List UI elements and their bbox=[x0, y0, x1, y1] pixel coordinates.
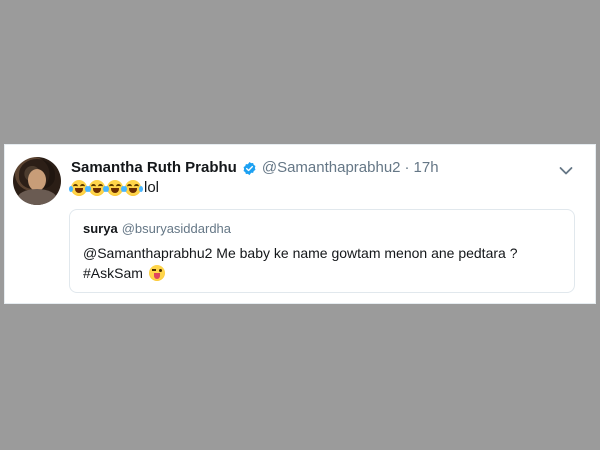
avatar-body bbox=[17, 189, 57, 205]
avatar-face bbox=[28, 169, 46, 191]
quoted-tweet-text: @Samanthaprabhu2 Me baby ke name gowtam … bbox=[83, 243, 563, 283]
display-name[interactable]: Samantha Ruth Prabhu bbox=[71, 159, 237, 177]
hashtag-asksam[interactable]: #AskSam bbox=[83, 265, 143, 281]
joy-emoji-icon bbox=[105, 180, 125, 196]
dot-separator: · bbox=[404, 159, 410, 176]
chevron-down-icon[interactable] bbox=[559, 163, 573, 175]
avatar[interactable] bbox=[13, 157, 61, 205]
tweet-timestamp[interactable]: 17h bbox=[414, 159, 439, 177]
tweet-text: lol bbox=[69, 178, 160, 198]
quoted-display-name: surya bbox=[83, 221, 118, 236]
tweet-header: Samantha Ruth Prabhu @Samanthaprabhu2 · … bbox=[71, 159, 439, 177]
quoted-tweet-line-2: #AskSam bbox=[83, 263, 563, 283]
quoted-user-handle: @bsuryasiddardha bbox=[121, 221, 232, 236]
quoted-tweet-line-1: @Samanthaprabhu2 Me baby ke name gowtam … bbox=[83, 245, 518, 261]
joy-emoji-icon bbox=[69, 180, 89, 196]
joy-emoji-icon bbox=[87, 180, 107, 196]
verified-check-icon bbox=[242, 161, 257, 176]
user-handle[interactable]: @Samanthaprabhu2 bbox=[262, 159, 401, 177]
tweet-card[interactable]: Samantha Ruth Prabhu @Samanthaprabhu2 · … bbox=[4, 144, 596, 304]
winking-tongue-emoji-icon bbox=[148, 265, 165, 281]
quoted-tweet-header: surya @bsuryasiddardha bbox=[83, 221, 231, 237]
tweet-text-suffix: lol bbox=[144, 179, 160, 196]
quoted-tweet[interactable]: surya @bsuryasiddardha @Samanthaprabhu2 M… bbox=[69, 209, 575, 293]
joy-emoji-icon bbox=[123, 180, 143, 196]
